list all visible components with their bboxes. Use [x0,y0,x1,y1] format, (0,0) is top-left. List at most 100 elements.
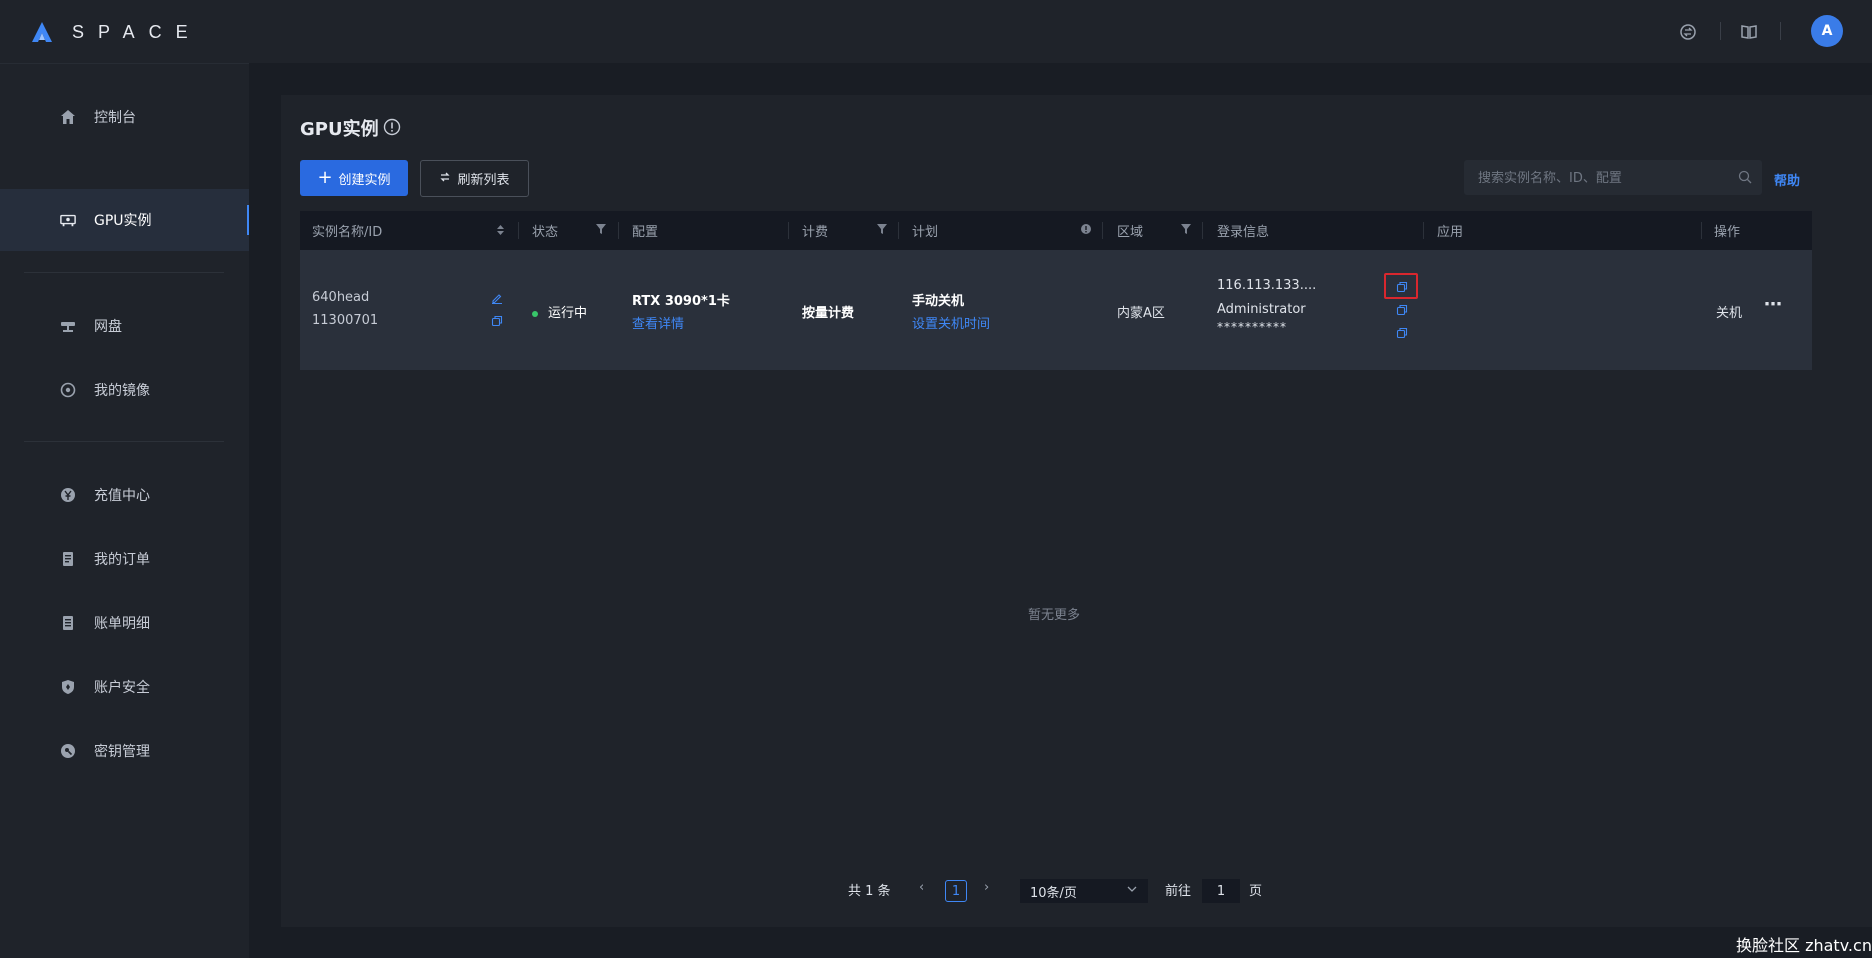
search-box[interactable] [1464,160,1762,197]
avatar[interactable]: A [1811,15,1843,47]
sidebar-item-label: 我的订单 [94,552,150,568]
network-disk-icon [60,318,76,334]
copy-password-icon[interactable] [1396,327,1408,339]
divider [1701,222,1702,239]
page-size-select[interactable]: 10条/页 [1020,879,1148,903]
watermark: 换脸社区 zhatv.cn [1736,936,1872,955]
gpu-icon [60,212,76,228]
top-bar [249,0,1872,63]
help-link[interactable]: 帮助 [1774,170,1800,189]
sidebar-item-label: GPU实例 [94,213,152,229]
search-icon[interactable] [1738,170,1752,188]
pagination-total: 共 1 条 [848,884,891,899]
table-header: 实例名称/ID 状态 配置 计费 计划 区域 登录信息 应用 操作 [300,211,1812,250]
shutdown-button[interactable]: 关机 [1716,302,1742,321]
sidebar-item-bill-details[interactable]: 账单明细 [0,592,249,654]
sidebar-divider [24,441,224,442]
order-icon [60,551,76,567]
yuan-icon [60,487,76,503]
brand-name: SPACE [72,21,202,42]
sidebar-item-label: 账户安全 [94,680,150,696]
sidebar-item-account-security[interactable]: 账户安全 [0,656,249,718]
copy-user-icon[interactable] [1396,304,1408,316]
sidebar-item-my-orders[interactable]: 我的订单 [0,528,249,590]
docs-book-icon[interactable] [1738,21,1760,43]
status-running-dot [532,310,538,317]
search-input[interactable] [1476,160,1730,197]
create-instance-button[interactable]: + 创建实例 [300,160,408,196]
refresh-icon [439,171,451,187]
column-header-plan: 计划 [912,225,939,240]
refresh-list-label: 刷新列表 [457,173,510,188]
divider [1780,22,1781,40]
switch-icon[interactable] [1677,21,1699,43]
chevron-down-icon [1126,883,1138,899]
divider [1102,222,1103,239]
column-header-config: 配置 [632,225,659,240]
sidebar-item-label: 控制台 [94,110,136,126]
sidebar-item-gpu-instances[interactable]: GPU实例 [0,189,249,251]
info-circle-icon[interactable] [383,118,401,136]
edit-icon[interactable] [491,292,503,304]
next-page-icon[interactable]: › [984,880,989,895]
bill-icon [60,615,76,631]
highlight-box [1384,273,1418,299]
sidebar-item-key-management[interactable]: 密钥管理 [0,720,249,782]
column-header-name-id: 实例名称/ID [312,225,383,240]
sidebar-divider [24,272,224,273]
image-disc-icon [60,382,76,398]
sidebar-item-recharge[interactable]: 充值中心 [0,464,249,526]
filter-icon[interactable] [877,224,887,237]
status-badge: 运行中 [532,302,587,321]
config-text: RTX 3090*1卡 [632,294,730,309]
prev-page-icon[interactable]: ‹ [919,880,924,895]
sidebar-item-label: 密钥管理 [94,744,150,760]
page-size-value: 10条/页 [1030,885,1077,901]
view-details-link[interactable]: 查看详情 [632,313,684,332]
page-number-button[interactable]: 1 [945,880,967,902]
login-password: ********** [1217,320,1287,334]
sort-icon[interactable] [496,224,505,239]
plan-text: 手动关机 [912,294,965,309]
goto-page-input[interactable]: 1 [1202,879,1240,903]
sidebar-item-network-disk[interactable]: 网盘 [0,295,249,357]
divider [898,222,899,239]
column-header-actions: 操作 [1714,225,1741,240]
more-actions-icon[interactable]: ⋯ [1764,294,1783,315]
column-header-region: 区域 [1117,225,1144,240]
divider [1720,22,1721,40]
sidebar-item-my-images[interactable]: 我的镜像 [0,359,249,421]
divider [618,222,619,239]
copy-icon[interactable] [491,315,503,327]
instance-name: 640head [312,290,370,305]
sidebar-item-console[interactable]: 控制台 [0,86,249,148]
home-icon [60,109,76,125]
shield-icon [60,679,76,695]
page-suffix: 页 [1249,884,1263,899]
filter-icon[interactable] [1181,224,1191,237]
refresh-list-button[interactable]: 刷新列表 [420,160,529,197]
column-header-login-info: 登录信息 [1217,225,1270,240]
goto-label: 前往 [1165,884,1192,899]
divider [518,222,519,239]
set-shutdown-time-link[interactable]: 设置关机时间 [912,313,990,332]
sidebar-item-label: 充值中心 [94,488,150,504]
info-dot-icon[interactable] [1081,224,1091,237]
create-instance-label: 创建实例 [338,172,391,188]
login-host: 116.113.133.... [1217,278,1317,293]
login-user: Administrator [1217,302,1306,317]
space-logo-icon [32,22,52,42]
filter-icon[interactable] [596,224,606,237]
divider [1202,222,1203,239]
plus-icon: + [317,167,333,188]
empty-state-text: 暂无更多 [1028,608,1081,623]
divider [1423,222,1424,239]
region-text: 内蒙A区 [1117,306,1165,321]
billing-type: 按量计费 [802,306,855,321]
status-text: 运行中 [548,306,588,321]
logo[interactable]: SPACE [30,18,202,46]
sidebar: SPACE 控制台 GPU实例 网盘 我的镜像 充值中心 我的订单 账单明细 账… [0,0,249,958]
page-title: GPU实例 [300,119,379,140]
divider [788,222,789,239]
column-header-status: 状态 [532,225,559,240]
